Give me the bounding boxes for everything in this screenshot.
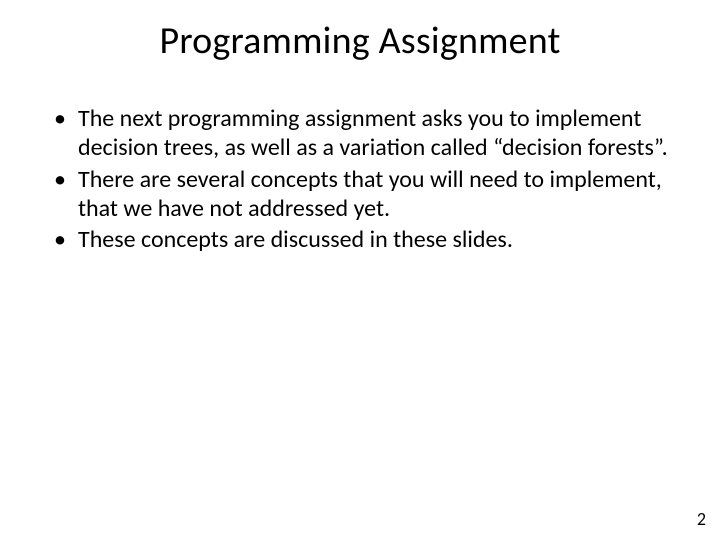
page-number: 2 (697, 508, 706, 530)
slide: Programming Assignment The next programm… (0, 0, 720, 540)
list-item: The next programming assignment asks you… (48, 104, 672, 163)
slide-body: The next programming assignment asks you… (48, 104, 672, 254)
list-item: These concepts are discussed in these sl… (48, 225, 672, 254)
bullet-list: The next programming assignment asks you… (48, 104, 672, 254)
slide-title: Programming Assignment (48, 18, 672, 64)
list-item: There are several concepts that you will… (48, 165, 672, 224)
